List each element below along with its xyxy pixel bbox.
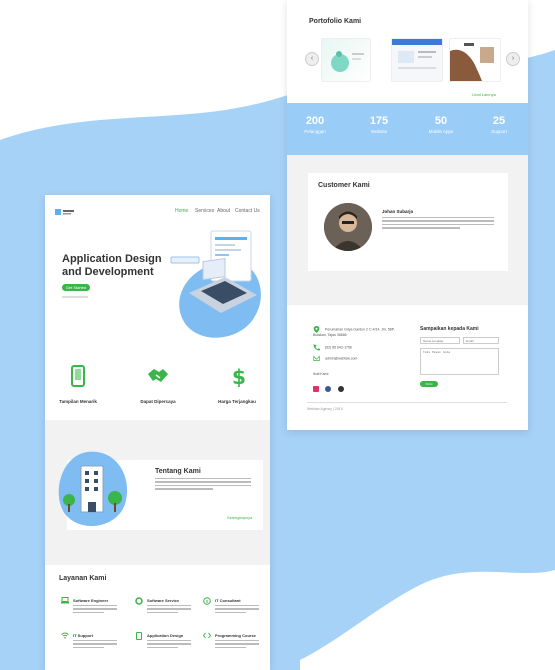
customer-card: Customer Kami Johan Subarjo [308,173,508,271]
wifi-icon [61,632,69,639]
customer-name: Johan Subarjo [382,209,414,214]
chevron-left-icon[interactable]: ‹ [305,52,319,66]
nav-home[interactable]: Home [175,208,188,214]
stat-customers: 200 Pelanggan [304,115,326,134]
customer-title: Customer Kami [318,182,370,189]
nav-about[interactable]: About [217,208,230,214]
stat-websites: 175 Website [369,115,389,134]
mail-icon [313,355,320,362]
customer-avatar [324,203,372,251]
tablet-icon [135,632,143,640]
map-pin-icon [313,326,320,333]
phone-icon [313,344,320,351]
copyright-text: Webtaw Agency | 2019 [307,407,343,411]
contact-address: Perumahan Griya Gardun 2 C-4/14, Jln. 58… [313,326,395,337]
hero-title: Application Design and Development [62,253,162,278]
contact-email[interactable]: admin@webtaw.com [313,355,357,362]
svg-text:$: $ [232,365,246,387]
contact-form-title: Sampaikan kepada Kami [420,326,479,332]
about-text [155,478,251,492]
portfolio-section: Portofolio Kami ‹ › Lihat Lainnya [287,0,528,110]
hero-subtext [62,296,88,298]
about-more-link[interactable]: Selengkapnya [227,515,252,520]
email-input[interactable] [463,337,499,344]
stats-band: 200 Pelanggan 175 Website 50 Mobile Apps 25… [287,103,528,155]
service-it-consultant: IT Consultant [203,597,259,614]
feature-label-attractive: Tampilan Menarik [59,399,97,404]
get-started-button[interactable]: Get Started [62,284,90,291]
handshake-icon [147,365,169,392]
portfolio-title: Portofolio Kami [309,18,362,25]
facebook-icon[interactable] [325,386,332,392]
nav-contact[interactable]: Contact Us [235,208,260,214]
stat-mobile-apps: 50 Mobile Apps [428,115,454,134]
name-input[interactable] [420,337,460,344]
feature-label-affordable: Harga Terjangkau [218,399,256,404]
service-application-design: Application Design [136,632,191,649]
customer-testimonial-text [382,217,494,231]
service-software-engineer: Software Engineer [61,597,117,614]
hero-laptop-illustration [170,230,261,338]
about-section: Tentang Kami Selengkapnya [45,420,270,565]
customer-section: Customer Kami Johan Subarjo [287,155,528,305]
message-textarea[interactable] [420,348,499,375]
info-icon [203,597,211,605]
right-page-mockup: Portofolio Kami ‹ › Lihat Lainnya 200 Pel… [287,0,528,430]
portfolio-thumbnail-2[interactable] [391,38,443,82]
about-title: Tentang Kami [155,468,201,475]
portfolio-thumbnail-1[interactable] [321,38,371,82]
dollar-icon: $ [231,365,247,392]
portfolio-more-link[interactable]: Lihat Lainnya [472,92,496,97]
mobile-phone-icon [71,365,85,392]
building-illustration [58,451,128,527]
github-icon[interactable] [337,386,344,392]
service-it-support: IT Support [61,632,117,649]
section-wave-divider [287,285,528,303]
services-title: Layanan Kami [59,575,107,582]
stat-support: 25 Support [491,115,507,134]
site-logo[interactable] [55,205,75,215]
chevron-right-icon[interactable]: › [506,52,520,66]
service-programming-course: Programming Course [202,632,259,649]
social-label: Ikuti Kami [313,372,329,376]
footer-divider [307,402,507,403]
social-icons [313,379,344,397]
contact-phone: (62) 85 642-1756 [313,344,352,351]
send-button[interactable]: Kirim [420,381,438,387]
service-software-service: Software Service [135,597,191,614]
feature-label-reliable: Dapat Dipercaya [140,399,176,404]
gear-icon [135,597,143,605]
instagram-icon[interactable] [313,386,319,392]
nav-services[interactable]: Services [195,208,214,214]
laptop-icon [61,597,69,604]
code-icon [202,632,212,639]
left-page-mockup: Home Services About Contact Us Applicati… [45,195,270,670]
portfolio-thumbnail-3[interactable] [449,38,501,82]
